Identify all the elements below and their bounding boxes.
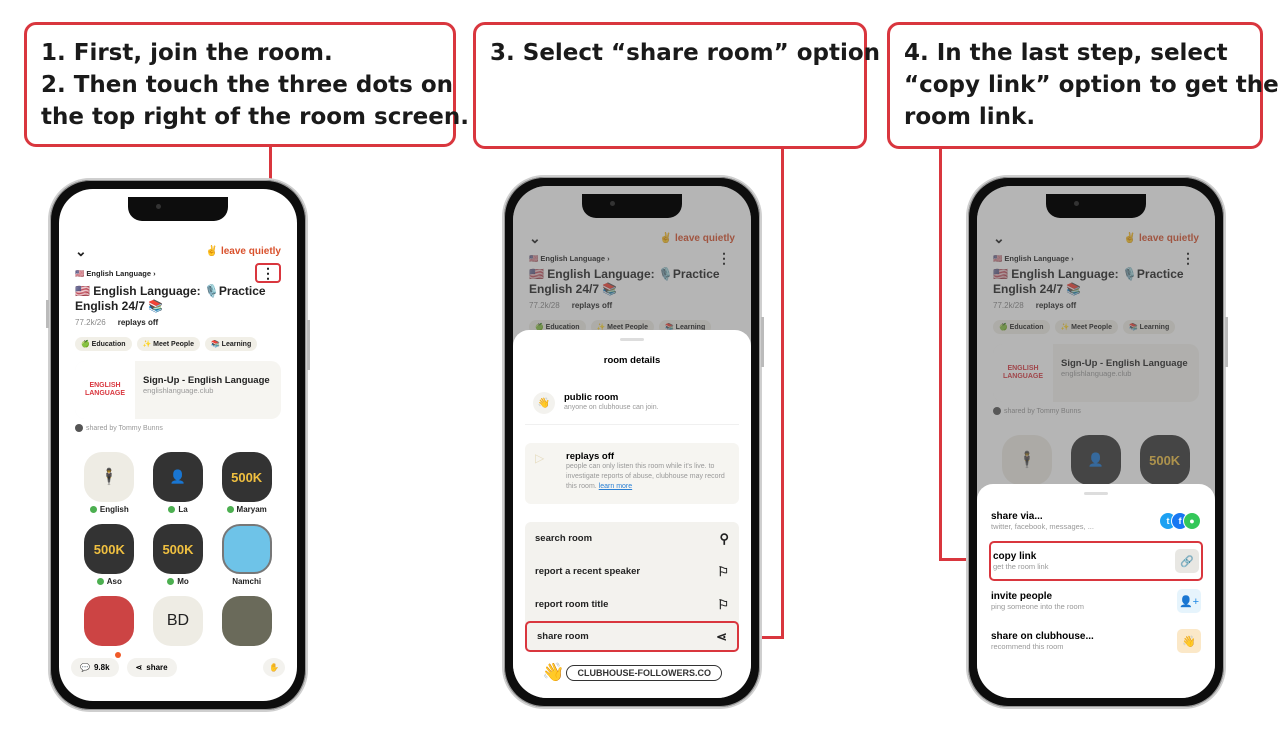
speaker[interactable] <box>84 596 135 646</box>
share-icon: ⋖ <box>135 663 143 672</box>
phone-share-sheet: ⌄ ✌ leave quietly 🇺🇸 English Language › … <box>966 175 1228 709</box>
replays-status: replays off <box>117 318 159 327</box>
speaker[interactable]: 👤La <box>152 452 203 514</box>
wave-icon: 👋 <box>1177 629 1201 653</box>
speaker[interactable] <box>221 596 272 646</box>
flag-icon: ⚐ <box>717 596 729 612</box>
chat-button[interactable]: 💬 9.8k <box>71 652 121 677</box>
speaker[interactable]: 🕴English <box>84 452 135 514</box>
share-button[interactable]: ⋖ share <box>126 658 177 677</box>
sheet-handle[interactable] <box>1084 492 1108 495</box>
callout-step-1-2: 1. First, join the room. 2. Then touch t… <box>24 22 469 147</box>
connector-line <box>939 149 942 561</box>
link-card-url: englishlanguage.club <box>143 386 214 395</box>
public-room-info: 👋 public room anyone on clubhouse can joi… <box>525 384 739 425</box>
link-card-title: Sign-Up - English Language <box>143 375 270 386</box>
social-icons: t f ● <box>1159 512 1201 530</box>
callout-line: 2. Then touch the three dots on <box>41 72 454 98</box>
notch <box>128 197 228 221</box>
avatar <box>221 596 272 646</box>
callout-line: 4. In the last step, select <box>904 40 1228 66</box>
share-via-button[interactable]: share via... twitter, facebook, messages,… <box>989 501 1203 541</box>
messages-icon: ● <box>1183 512 1201 530</box>
notification-badge <box>115 652 121 658</box>
leave-quietly-button[interactable]: ✌ leave quietly <box>206 246 281 257</box>
callout-line: 3. Select “share room” option <box>490 40 881 66</box>
link-card[interactable]: ENGLISH LANGUAGE Sign-Up - English Langu… <box>75 361 281 419</box>
speaker[interactable]: 500KMaryam <box>221 452 272 514</box>
avatar <box>75 424 83 432</box>
share-room-button[interactable]: share room ⋖ <box>525 621 739 652</box>
room-actions: search room ⚲ report a recent speaker ⚐ re… <box>525 522 739 652</box>
room-details-screen: ⌄ ✌ leave quietly 🇺🇸 English Language › … <box>513 186 751 698</box>
connector-line <box>781 149 784 639</box>
learn-more-link[interactable]: learn more <box>599 483 632 490</box>
report-speaker-button[interactable]: report a recent speaker ⚐ <box>525 555 739 588</box>
share-on-clubhouse-button[interactable]: share on clubhouse... recommend this room… <box>989 621 1203 661</box>
share-icon: ⋖ <box>716 628 727 644</box>
wave-hand-icon: 👋 <box>542 662 565 682</box>
watermark: 👋 CLUBHOUSE-FOLLOWERS.CO <box>525 662 739 683</box>
speaker[interactable]: Namchi <box>221 524 272 586</box>
copy-link-button[interactable]: copy link get the room link 🔗 <box>989 541 1203 581</box>
room-screen: ⌄ ✌ leave quietly 🇺🇸 English Language › … <box>59 189 297 701</box>
callout-line: the top right of the room screen. <box>41 104 469 130</box>
listener-count: 77.2k/26 <box>75 318 106 327</box>
chevron-down-icon[interactable]: ⌄ <box>75 243 87 260</box>
phone-room-screen: ⌄ ✌ leave quietly 🇺🇸 English Language › … <box>46 178 310 712</box>
add-user-icon: 👤+ <box>1177 589 1201 613</box>
speaker[interactable]: 500K Mo <box>152 524 203 586</box>
callout-line: 1. First, join the room. <box>41 40 333 66</box>
tag[interactable]: ✨ Meet People <box>136 337 201 351</box>
play-icon: ▷ <box>535 451 545 465</box>
search-icon: ⚲ <box>719 530 729 546</box>
avatar: 🕴 <box>84 452 135 502</box>
callout-step-3: 3. Select “share room” option <box>473 22 881 149</box>
link-icon: 🔗 <box>1175 549 1199 573</box>
avatar <box>84 596 135 646</box>
speaker[interactable]: 500K Aso <box>84 524 135 586</box>
avatar <box>221 524 272 574</box>
english-language-logo: ENGLISH LANGUAGE <box>75 361 135 419</box>
wave-icon: 👋 <box>533 392 555 414</box>
club-link[interactable]: 🇺🇸 English Language › <box>75 269 156 278</box>
room-details-sheet: room details 👋 public room anyone on club… <box>513 330 751 698</box>
sheet-handle[interactable] <box>620 338 644 341</box>
flag-icon: ⚐ <box>717 563 729 579</box>
report-title-button[interactable]: report room title ⚐ <box>525 588 739 621</box>
callout-line: “copy link” option to get the <box>904 72 1279 98</box>
share-screen: ⌄ ✌ leave quietly 🇺🇸 English Language › … <box>977 186 1215 698</box>
room-title: 🇺🇸 English Language: 🎙️Practice English … <box>75 284 266 313</box>
callout-step-4: 4. In the last step, select “copy link” … <box>887 22 1279 149</box>
avatar: 500K <box>152 524 203 574</box>
avatar: 500K <box>221 452 272 502</box>
callout-line: room link. <box>904 104 1036 130</box>
avatar: 👤 <box>152 452 203 502</box>
avatar: 500K <box>84 524 135 574</box>
invite-people-button[interactable]: invite people ping someone into the room … <box>989 581 1203 621</box>
tag[interactable]: 🍏 Education <box>75 337 132 351</box>
tag[interactable]: 📚 Learning <box>205 337 258 351</box>
replays-info: ▷ replays off people can only listen this… <box>525 443 739 504</box>
raise-hand-button[interactable]: ✋ <box>263 658 285 677</box>
speaker[interactable]: BD <box>152 596 203 646</box>
avatar: BD <box>152 596 203 646</box>
search-room-button[interactable]: search room ⚲ <box>525 522 739 555</box>
hand-icon: ✋ <box>269 663 279 672</box>
chat-icon: 💬 <box>80 663 90 672</box>
more-options-icon[interactable]: ⋮ <box>255 263 281 283</box>
sheet-title: room details <box>603 355 661 366</box>
share-sheet: share via... twitter, facebook, messages,… <box>977 484 1215 698</box>
shared-by: shared by Tommy Bunns <box>86 424 163 432</box>
phone-room-details: ⌄ ✌ leave quietly 🇺🇸 English Language › … <box>502 175 764 709</box>
